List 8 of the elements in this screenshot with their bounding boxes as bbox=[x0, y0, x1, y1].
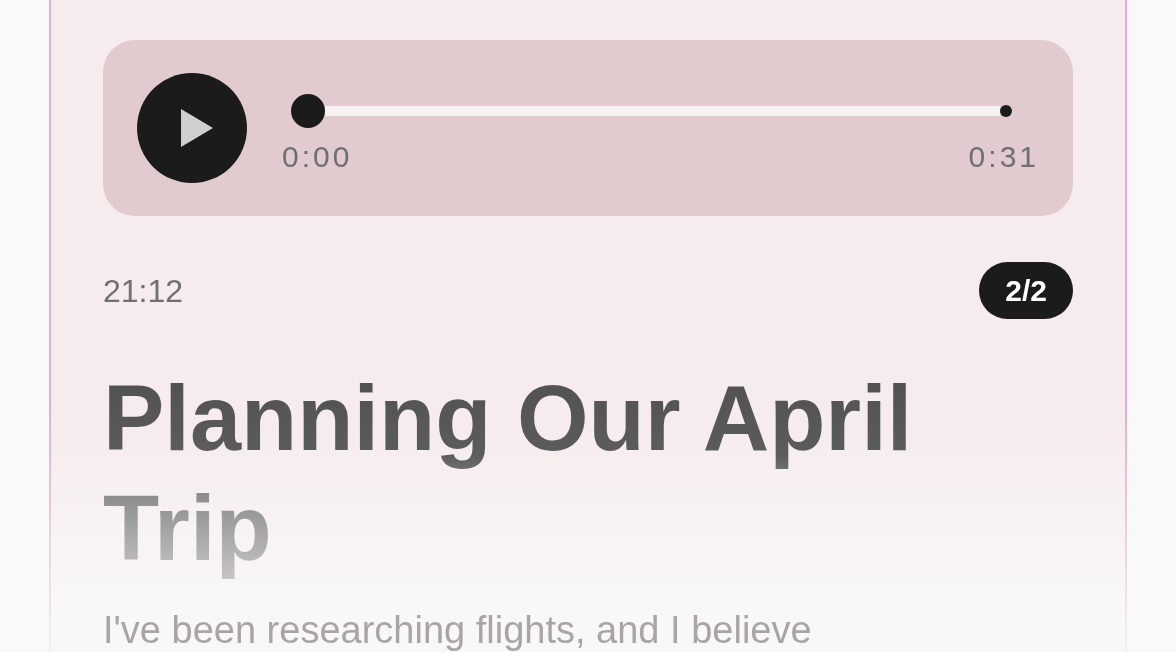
page-counter: 2/2 bbox=[979, 262, 1073, 319]
message-time: 21:12 bbox=[103, 271, 184, 310]
elapsed-time: 0:00 bbox=[282, 140, 353, 174]
progress-thumb[interactable] bbox=[291, 94, 325, 128]
end-dot-icon bbox=[1000, 105, 1012, 117]
message-body: I've been researching flights, and I believe bbox=[103, 608, 813, 652]
play-icon bbox=[181, 109, 213, 147]
duration-time: 0:31 bbox=[968, 140, 1039, 174]
